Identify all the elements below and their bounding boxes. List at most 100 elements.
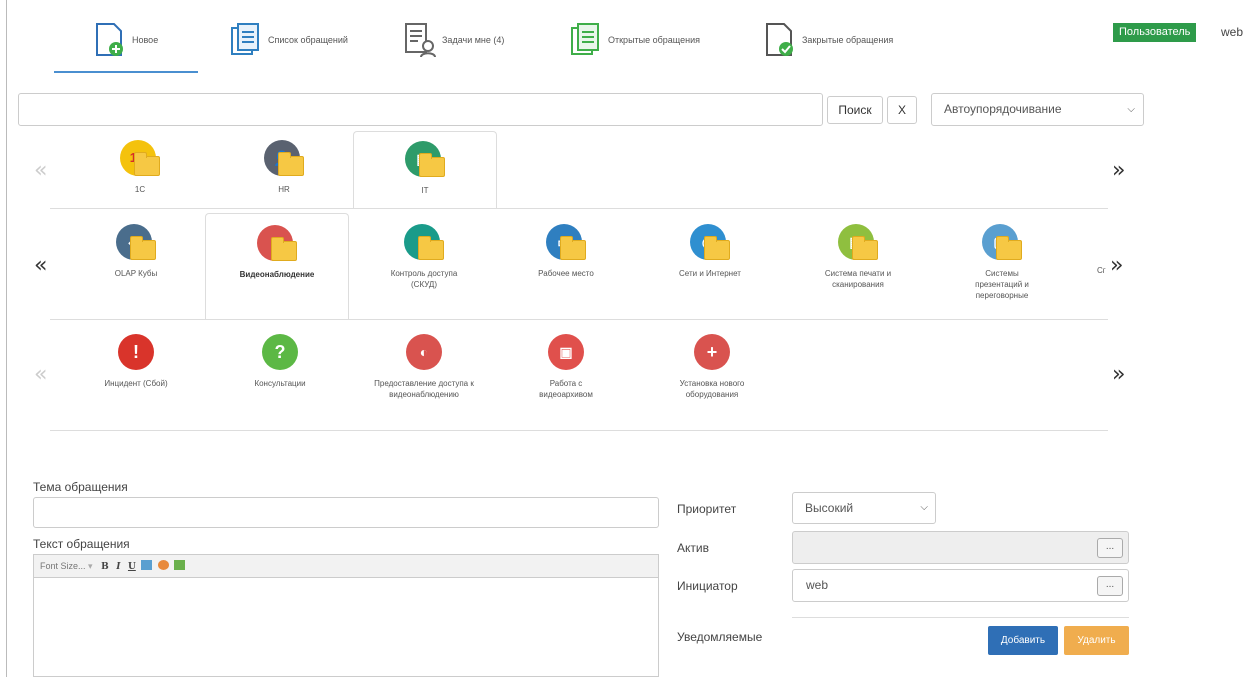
folder-icon [278,152,304,176]
tab-my-tasks[interactable]: Задачи мне (4) [404,18,504,62]
row-divider [50,430,1108,431]
new-document-icon [94,22,126,58]
category-tile-video-access[interactable]: ◐ Предоставление доступа к видеонаблюден… [352,334,496,424]
asset-browse-button[interactable]: ... [1097,538,1123,558]
list-icon [230,22,262,58]
folder-icon [418,236,444,260]
image-icon[interactable] [141,560,153,570]
tab-open-requests[interactable]: Открытые обращения [570,18,700,62]
active-tab-indicator [54,71,198,73]
font-size-select[interactable]: Font Size... [40,561,86,571]
tab-closed-requests[interactable]: Закрытые обращения [764,18,893,62]
tab-open-requests-label: Открытые обращения [608,35,700,45]
sort-select[interactable]: Автоупорядочивание ⌵ [931,93,1144,126]
category-tile-access[interactable]: ▮ Контроль доступа (СКУД) [352,224,496,318]
row-divider [50,208,1108,209]
category-label: Контроль доступа (СКУД) [390,269,458,289]
category-tile-1c[interactable]: 1С 1C [68,140,212,208]
category-label: Видеонаблюдение [239,270,315,279]
folder-icon [996,236,1022,260]
priority-value: Высокий [805,501,854,515]
priority-label: Приоритет [677,502,737,516]
category-tile-incident[interactable]: ! Инцидент (Сбой) [64,334,208,424]
category-tile-workplace[interactable]: ▭ Рабочее место [494,224,638,318]
category-tile-install[interactable]: + Установка нового оборудования [640,334,784,424]
category-label: Система печати и сканирования [824,269,892,289]
category-tile-print[interactable]: ▤ Система печати и сканирования [786,224,930,318]
category-label: Системы презентаций и переговорные [975,269,1029,300]
category-tile-network[interactable]: ◎ Сети и Интернет [638,224,782,318]
sort-select-value: Автоупорядочивание [944,102,1062,116]
user-name: web [1221,25,1244,39]
folder-icon [134,152,160,176]
subject-label: Тема обращения [33,480,128,494]
clear-search-button[interactable]: X [887,96,917,124]
asset-input[interactable] [792,531,1129,564]
chevron-down-icon: ▾ [88,561,93,571]
initiator-browse-button[interactable]: ... [1097,576,1123,596]
category-label: Предоставление доступа к видеонаблюдению [374,379,474,399]
table-icon[interactable] [174,560,186,570]
text-label: Текст обращения [33,537,130,551]
closed-requests-icon [764,22,796,58]
category-label: Инцидент (Сбой) [104,379,168,388]
row1-next-arrow[interactable]: » [1112,158,1125,183]
folder-icon [704,236,730,260]
category-label: Сети и Интернет [679,269,741,278]
add-button[interactable]: Добавить [988,626,1058,655]
bold-button[interactable]: B [101,562,109,572]
category-label: Установка нового оборудования [679,379,745,399]
category-overflow-label: Сг [1097,266,1106,275]
tasks-icon [404,22,436,58]
tab-new-label: Новое [132,35,159,45]
chevron-down-icon: ⌵ [1127,104,1135,115]
tab-request-list-label: Список обращений [268,35,348,45]
italic-button[interactable]: I [116,562,120,572]
category-tile-hr[interactable]: 👤 HR [212,140,356,208]
top-navigation: Новое Список обращений Задачи мне (4) От… [0,0,1257,80]
folder-icon [419,153,445,177]
row2-prev-arrow[interactable]: « [34,253,47,278]
category-label: Работа с видеоархивом [539,379,593,399]
search-button[interactable]: Поиск [827,96,883,124]
category-tile-olap[interactable]: ◆ OLAP Кубы [64,224,208,318]
delete-button[interactable]: Удалить [1064,626,1129,655]
tab-closed-requests-label: Закрытые обращения [802,35,894,45]
tab-new[interactable]: Новое [94,18,158,62]
editor-toolbar: Font Size... ▾ B I U [33,554,659,578]
category-tile-archive[interactable]: ▣ Работа с видеоархивом [494,334,638,424]
text-editor-area[interactable] [33,578,659,677]
page-border [6,0,7,677]
notified-label: Уведомляемые [677,630,763,644]
install-glyph: + [706,342,718,362]
consult-glyph: ? [274,342,286,362]
user-badge[interactable]: Пользователь [1113,23,1197,42]
subject-input[interactable] [33,497,659,528]
folder-icon [271,237,297,261]
category-tile-consult[interactable]: ? Консультации [208,334,352,424]
category-tile-presentation[interactable]: ▢ Системы презентаций и переговорные [930,224,1074,318]
chevron-down-icon: ⌵ [920,502,928,513]
category-label: Рабочее место [538,269,594,278]
category-label: 1C [134,185,146,194]
tab-my-tasks-label: Задачи мне (4) [442,35,505,45]
video-access-glyph: ◐ [419,344,429,360]
category-label: Консультации [254,379,306,388]
asset-label: Актив [677,541,709,555]
search-input[interactable] [18,93,823,126]
color-icon[interactable] [157,560,169,570]
folder-icon [560,236,586,260]
row1-prev-arrow[interactable]: « [34,158,47,183]
initiator-label: Инициатор [677,579,738,593]
folder-icon [130,236,156,260]
row2-next-arrow[interactable]: » [1110,253,1123,278]
tab-request-list[interactable]: Список обращений [230,18,348,62]
row3-next-arrow[interactable]: » [1112,362,1125,387]
underline-button[interactable]: U [128,562,136,572]
category-tile-it[interactable]: ▦ IT [353,131,497,209]
category-label: HR [278,185,290,194]
category-tile-video[interactable]: ◐ Видеонаблюдение [205,213,349,319]
row3-prev-arrow[interactable]: « [34,362,47,387]
initiator-input[interactable]: web [792,569,1129,602]
priority-select[interactable]: Высокий ⌵ [792,492,936,524]
